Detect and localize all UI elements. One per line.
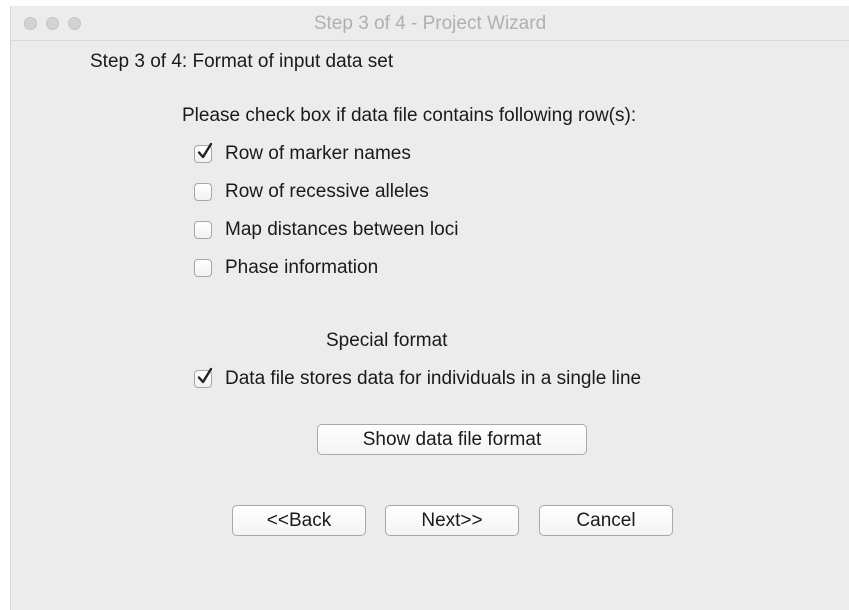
checkbox-row-recessive-alleles[interactable]: Row of recessive alleles xyxy=(194,180,429,204)
checkbox-label: Row of marker names xyxy=(225,143,411,164)
checkmark-icon xyxy=(197,367,213,384)
checkbox[interactable] xyxy=(194,259,212,277)
checkbox-row-phase-information[interactable]: Phase information xyxy=(194,256,378,280)
title-bar: Step 3 of 4 - Project Wizard xyxy=(11,6,849,41)
next-button[interactable]: Next>> xyxy=(385,505,519,536)
checkbox[interactable] xyxy=(194,221,212,239)
checkbox-label: Row of recessive alleles xyxy=(225,181,429,202)
checkmark-icon xyxy=(197,142,213,159)
special-format-label: Special format xyxy=(326,330,448,351)
step-heading: Step 3 of 4: Format of input data set xyxy=(90,51,394,72)
checkbox[interactable] xyxy=(194,183,212,201)
back-button[interactable]: <<Back xyxy=(232,505,366,536)
instruction-text: Please check box if data file contains f… xyxy=(182,105,637,126)
checkbox-label: Phase information xyxy=(225,257,379,278)
checkbox[interactable] xyxy=(194,367,213,388)
project-wizard-window: Step 3 of 4 - Project Wizard Step 3 of 4… xyxy=(10,6,849,610)
checkbox-row-map-distances[interactable]: Map distances between loci xyxy=(194,218,458,242)
checkbox-row-marker-names[interactable]: Row of marker names xyxy=(194,142,411,166)
cancel-button[interactable]: Cancel xyxy=(539,505,673,536)
show-data-file-format-button[interactable]: Show data file format xyxy=(317,424,587,455)
checkbox[interactable] xyxy=(194,142,213,163)
checkbox-label: Data file stores data for individuals in… xyxy=(225,368,642,389)
window-title: Step 3 of 4 - Project Wizard xyxy=(313,13,547,34)
checkbox-label: Map distances between loci xyxy=(225,219,459,240)
checkbox-row-single-line[interactable]: Data file stores data for individuals in… xyxy=(194,367,641,391)
